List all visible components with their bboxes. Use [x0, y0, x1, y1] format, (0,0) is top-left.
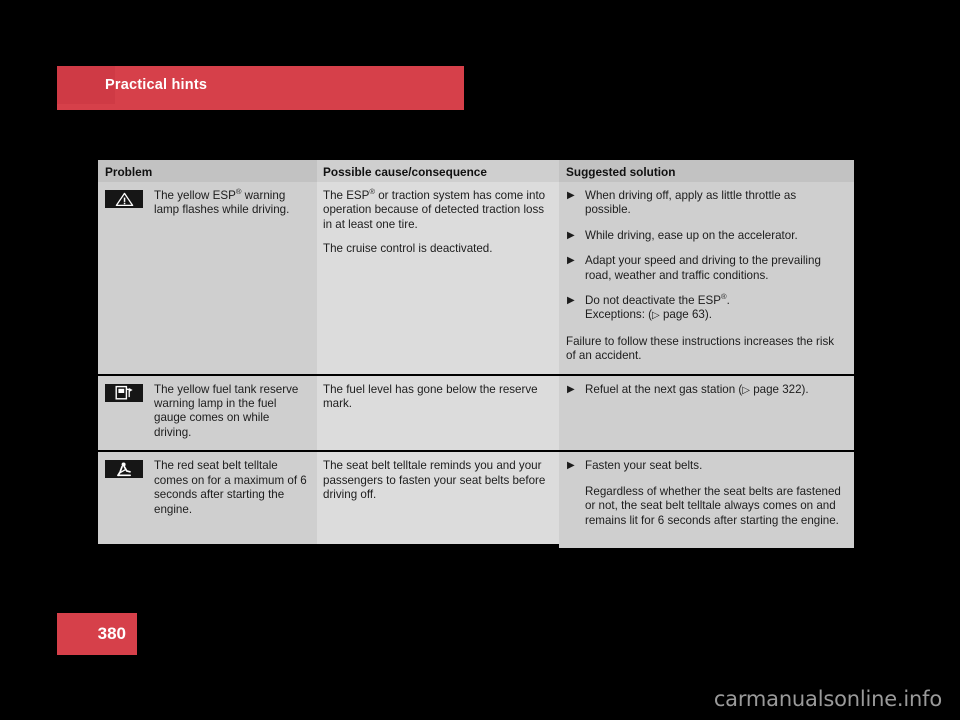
solution-bullet-item: ▶ Refuel at the next gas station (▷ page …	[567, 382, 809, 396]
page-reference-icon: ▷	[742, 384, 750, 396]
cell-cause: The seat belt telltale reminds you and y…	[317, 452, 559, 545]
cause-paragraph: The seat belt telltale reminds you and y…	[323, 459, 546, 502]
cell-solution: ▶ Refuel at the next gas station (▷ page …	[559, 375, 854, 451]
solution-bullet-list: ▶ Fasten your seat belts.	[566, 459, 842, 473]
column-header-solution: Suggested solution	[559, 160, 854, 182]
cell-solution: ▶ When driving off, apply as little throt…	[559, 182, 854, 374]
bullet-triangle-icon: ▶	[567, 460, 575, 472]
solution-bullet-item: ▶ While driving, ease up on the accelerat…	[567, 228, 798, 242]
solution-bullet-list: ▶ When driving off, apply as little throt…	[566, 189, 842, 324]
cause-paragraph: The ESP® or traction system has come int…	[323, 187, 546, 231]
table-body: The yellow ESP® warning lamp flashes whi…	[98, 182, 854, 549]
column-header-problem: Problem	[98, 160, 317, 182]
cause-paragraph: The fuel level has gone below the reserv…	[323, 382, 538, 411]
problem-text: The yellow fuel tank reserve warning lam…	[154, 382, 299, 439]
solution-note: Failure to follow these instructions inc…	[566, 334, 835, 363]
solution-note: Regardless of whether the seat belts are…	[585, 484, 841, 527]
solution-bullet-item: ▶ Do not deactivate the ESP®. Exceptions: …	[567, 292, 730, 322]
page-number: 380	[57, 613, 137, 655]
column-header-cause: Possible cause/consequence	[317, 160, 559, 182]
table-row: The red seat belt telltale comes on for …	[98, 452, 854, 549]
fuel-pump-icon-plate	[105, 383, 143, 402]
registered-mark: ®	[369, 187, 376, 197]
chapter-header-bar: Practical hints	[57, 66, 464, 110]
solution-bullet-list: ▶ Refuel at the next gas station (▷ page …	[566, 383, 842, 398]
cell-solution: ▶ Fasten your seat belts. Regardless of wh…	[559, 452, 854, 549]
solution-bullet-item: ▶ When driving off, apply as little throt…	[567, 189, 797, 217]
solution-bullet-item: ▶ Fasten your seat belts.	[567, 459, 703, 473]
bullet-triangle-icon: ▶	[567, 383, 575, 395]
problem-text: The yellow ESP® warning lamp flashes whi…	[154, 187, 290, 217]
cell-cause: The fuel level has gone below the reserv…	[317, 375, 559, 451]
bullet-triangle-icon: ▶	[567, 255, 575, 267]
problem-solution-table: Problem Possible cause/consequence Sugge…	[98, 160, 854, 549]
bullet-triangle-icon: ▶	[567, 190, 575, 201]
warning-triangle-icon-plate	[105, 190, 143, 208]
cell-cause: The ESP® or traction system has come int…	[317, 182, 559, 374]
problem-text: The red seat belt telltale comes on for …	[154, 459, 307, 516]
page-title: Practical hints	[105, 77, 208, 93]
registered-mark: ®	[235, 187, 242, 197]
seat-belt-telltale-icon-plate	[105, 460, 143, 479]
table-row: The yellow fuel tank reserve warning lam…	[98, 375, 854, 451]
page-reference-icon: ▷	[652, 310, 660, 322]
watermark: carmanualsonline.info	[713, 687, 942, 711]
cell-problem: The yellow fuel tank reserve warning lam…	[98, 375, 317, 451]
warning-triangle-icon	[115, 192, 133, 206]
table-row: The yellow ESP® warning lamp flashes whi…	[98, 182, 854, 374]
fuel-pump-icon	[115, 386, 133, 400]
bullet-triangle-icon: ▶	[567, 229, 575, 241]
bullet-triangle-icon: ▶	[567, 295, 575, 307]
table-header-row: Problem Possible cause/consequence Sugge…	[98, 160, 854, 182]
solution-bullet-item: ▶ Adapt your speed and driving to the pre…	[567, 254, 821, 282]
cell-problem: The red seat belt telltale comes on for …	[98, 452, 317, 545]
cell-problem: The yellow ESP® warning lamp flashes whi…	[98, 182, 317, 374]
registered-mark: ®	[721, 292, 727, 302]
cause-paragraph: The cruise control is deactivated.	[323, 242, 493, 256]
seat-belt-telltale-icon	[117, 462, 131, 476]
